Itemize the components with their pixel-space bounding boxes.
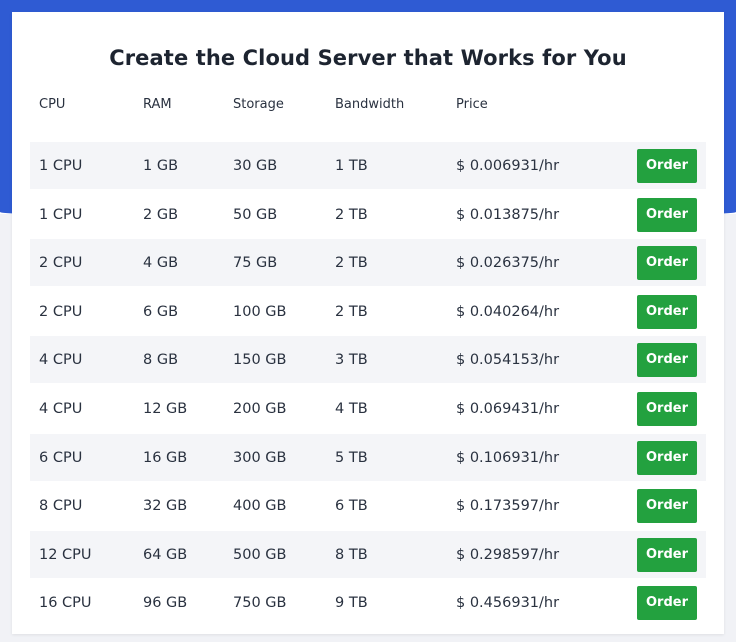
price-cell: $ 0.006931/hr <box>456 158 560 174</box>
cpu-cell: 6 CPU <box>39 449 83 466</box>
price-cell: $ 0.069431/hr <box>456 400 560 417</box>
bandwidth-cell: 3 TB <box>335 352 368 369</box>
cpu-cell: 2 CPU <box>39 255 83 272</box>
column-header-cpu: CPU <box>39 97 66 112</box>
order-button[interactable]: Order <box>637 197 697 232</box>
table-row: 1 CPU 2 GB 50 GB 2 TB $ 0.013875/hr Orde… <box>30 191 706 238</box>
price-cell: $ 0.054153/hr <box>456 352 560 369</box>
storage-cell: 400 GB <box>233 498 287 515</box>
cpu-cell: 12 CPU <box>39 546 92 563</box>
price-cell: $ 0.106931/hr <box>456 449 560 466</box>
ram-cell: 16 GB <box>143 449 188 466</box>
table-row: 1 CPU 1 GB 30 GB 1 TB $ 0.006931/hr Orde… <box>30 142 706 189</box>
table-row: 12 CPU 64 GB 500 GB 8 TB $ 0.298597/hr O… <box>30 530 706 578</box>
ram-cell: 12 GB <box>143 400 188 417</box>
ram-cell: 1 GB <box>143 158 179 174</box>
table-header: CPU RAM Storage Bandwidth Price <box>30 96 706 114</box>
table-row: 6 CPU 16 GB 300 GB 5 TB $ 0.106931/hr Or… <box>30 433 706 481</box>
storage-cell: 300 GB <box>233 449 287 466</box>
order-button[interactable]: Order <box>637 537 697 572</box>
cpu-cell: 4 CPU <box>39 400 83 417</box>
column-header-bandwidth: Bandwidth <box>335 97 405 112</box>
ram-cell: 4 GB <box>143 255 179 272</box>
bandwidth-cell: 2 TB <box>335 206 368 223</box>
bandwidth-cell: 5 TB <box>335 449 368 466</box>
ram-cell: 8 GB <box>143 352 179 369</box>
cpu-cell: 8 CPU <box>39 498 83 515</box>
storage-cell: 150 GB <box>233 352 287 369</box>
storage-cell: 100 GB <box>233 303 287 320</box>
storage-cell: 750 GB <box>233 595 287 612</box>
storage-cell: 500 GB <box>233 546 287 563</box>
pricing-card: Create the Cloud Server that Works for Y… <box>12 12 724 634</box>
order-button[interactable]: Order <box>637 391 697 426</box>
plans-table: 1 CPU 1 GB 30 GB 1 TB $ 0.006931/hr Orde… <box>30 142 706 628</box>
bandwidth-cell: 2 TB <box>335 255 368 272</box>
bandwidth-cell: 1 TB <box>335 158 368 174</box>
ram-cell: 96 GB <box>143 595 188 612</box>
page-title: Create the Cloud Server that Works for Y… <box>109 46 627 70</box>
column-header-price: Price <box>456 97 488 112</box>
ram-cell: 64 GB <box>143 546 188 563</box>
bandwidth-cell: 9 TB <box>335 595 368 612</box>
price-cell: $ 0.040264/hr <box>456 303 560 320</box>
ram-cell: 32 GB <box>143 498 188 515</box>
bandwidth-cell: 4 TB <box>335 400 368 417</box>
order-button[interactable]: Order <box>637 294 697 329</box>
order-button[interactable]: Order <box>637 586 697 621</box>
ram-cell: 2 GB <box>143 206 179 223</box>
storage-cell: 75 GB <box>233 255 278 272</box>
table-row: 4 CPU 8 GB 150 GB 3 TB $ 0.054153/hr Ord… <box>30 336 706 384</box>
price-cell: $ 0.456931/hr <box>456 595 560 612</box>
column-header-ram: RAM <box>143 97 172 112</box>
table-row: 4 CPU 12 GB 200 GB 4 TB $ 0.069431/hr Or… <box>30 385 706 432</box>
cpu-cell: 16 CPU <box>39 595 92 612</box>
order-button[interactable]: Order <box>637 149 697 183</box>
order-button[interactable]: Order <box>637 343 697 378</box>
order-button[interactable]: Order <box>637 489 697 524</box>
price-cell: $ 0.298597/hr <box>456 546 560 563</box>
storage-cell: 200 GB <box>233 400 287 417</box>
order-button[interactable]: Order <box>637 440 697 475</box>
bandwidth-cell: 6 TB <box>335 498 368 515</box>
table-row: 16 CPU 96 GB 750 GB 9 TB $ 0.456931/hr O… <box>30 579 706 626</box>
cpu-cell: 1 CPU <box>39 206 83 223</box>
cpu-cell: 2 CPU <box>39 303 83 320</box>
bandwidth-cell: 2 TB <box>335 303 368 320</box>
cpu-cell: 4 CPU <box>39 352 83 369</box>
order-button[interactable]: Order <box>637 246 697 281</box>
price-cell: $ 0.173597/hr <box>456 498 560 515</box>
table-row: 2 CPU 4 GB 75 GB 2 TB $ 0.026375/hr Orde… <box>30 239 706 287</box>
price-cell: $ 0.013875/hr <box>456 206 560 223</box>
bandwidth-cell: 8 TB <box>335 546 368 563</box>
column-header-storage: Storage <box>233 97 284 112</box>
storage-cell: 30 GB <box>233 158 278 174</box>
price-cell: $ 0.026375/hr <box>456 255 560 272</box>
storage-cell: 50 GB <box>233 206 278 223</box>
ram-cell: 6 GB <box>143 303 179 320</box>
table-row: 8 CPU 32 GB 400 GB 6 TB $ 0.173597/hr Or… <box>30 482 706 529</box>
table-row: 2 CPU 6 GB 100 GB 2 TB $ 0.040264/hr Ord… <box>30 288 706 335</box>
cpu-cell: 1 CPU <box>39 158 83 174</box>
